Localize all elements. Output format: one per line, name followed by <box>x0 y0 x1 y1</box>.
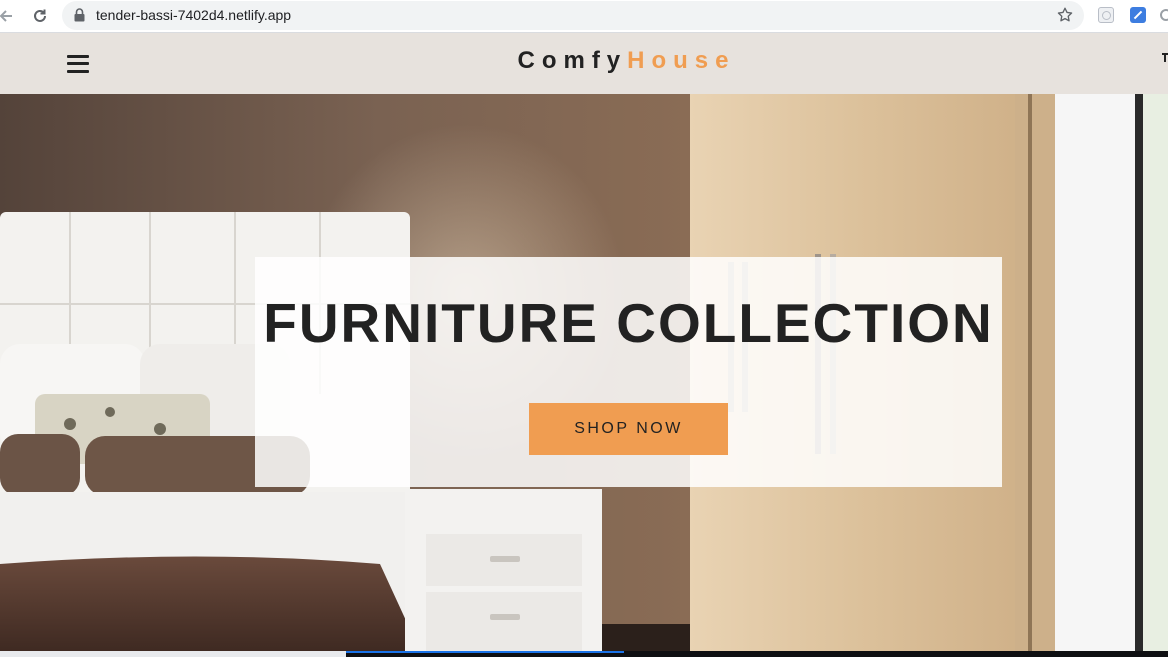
logo-text-house: House <box>627 47 736 74</box>
site-logo[interactable]: ComfyHouse <box>0 47 1168 75</box>
shop-now-button[interactable]: SHOP NOW <box>529 403 728 455</box>
hero-title: FURNITURE COLLECTION <box>263 292 994 354</box>
url-text: tender-bassi-7402d4.netlify.app <box>96 7 292 23</box>
bookmark-star-icon[interactable] <box>1056 6 1074 29</box>
back-arrow-icon[interactable] <box>0 4 18 28</box>
site-navbar: ComfyHouse <box>0 33 1168 94</box>
extension-icon-partial[interactable] <box>1158 7 1168 23</box>
browser-toolbar: tender-bassi-7402d4.netlify.app <box>0 0 1168 32</box>
extension-link-icon[interactable] <box>1130 7 1146 23</box>
logo-text-comfy: Comfy <box>517 47 628 74</box>
lock-icon <box>74 8 85 27</box>
address-bar[interactable]: tender-bassi-7402d4.netlify.app <box>62 1 1084 30</box>
hero-banner: FURNITURE COLLECTION SHOP NOW <box>255 257 1002 487</box>
extension-icon[interactable] <box>1098 7 1114 23</box>
cart-icon[interactable] <box>1160 50 1168 62</box>
loading-indicator <box>346 651 624 653</box>
bottom-strip <box>0 651 1168 657</box>
bottom-segment <box>0 651 346 657</box>
reload-icon[interactable] <box>28 4 52 28</box>
hero-section: FURNITURE COLLECTION SHOP NOW <box>0 94 1168 651</box>
